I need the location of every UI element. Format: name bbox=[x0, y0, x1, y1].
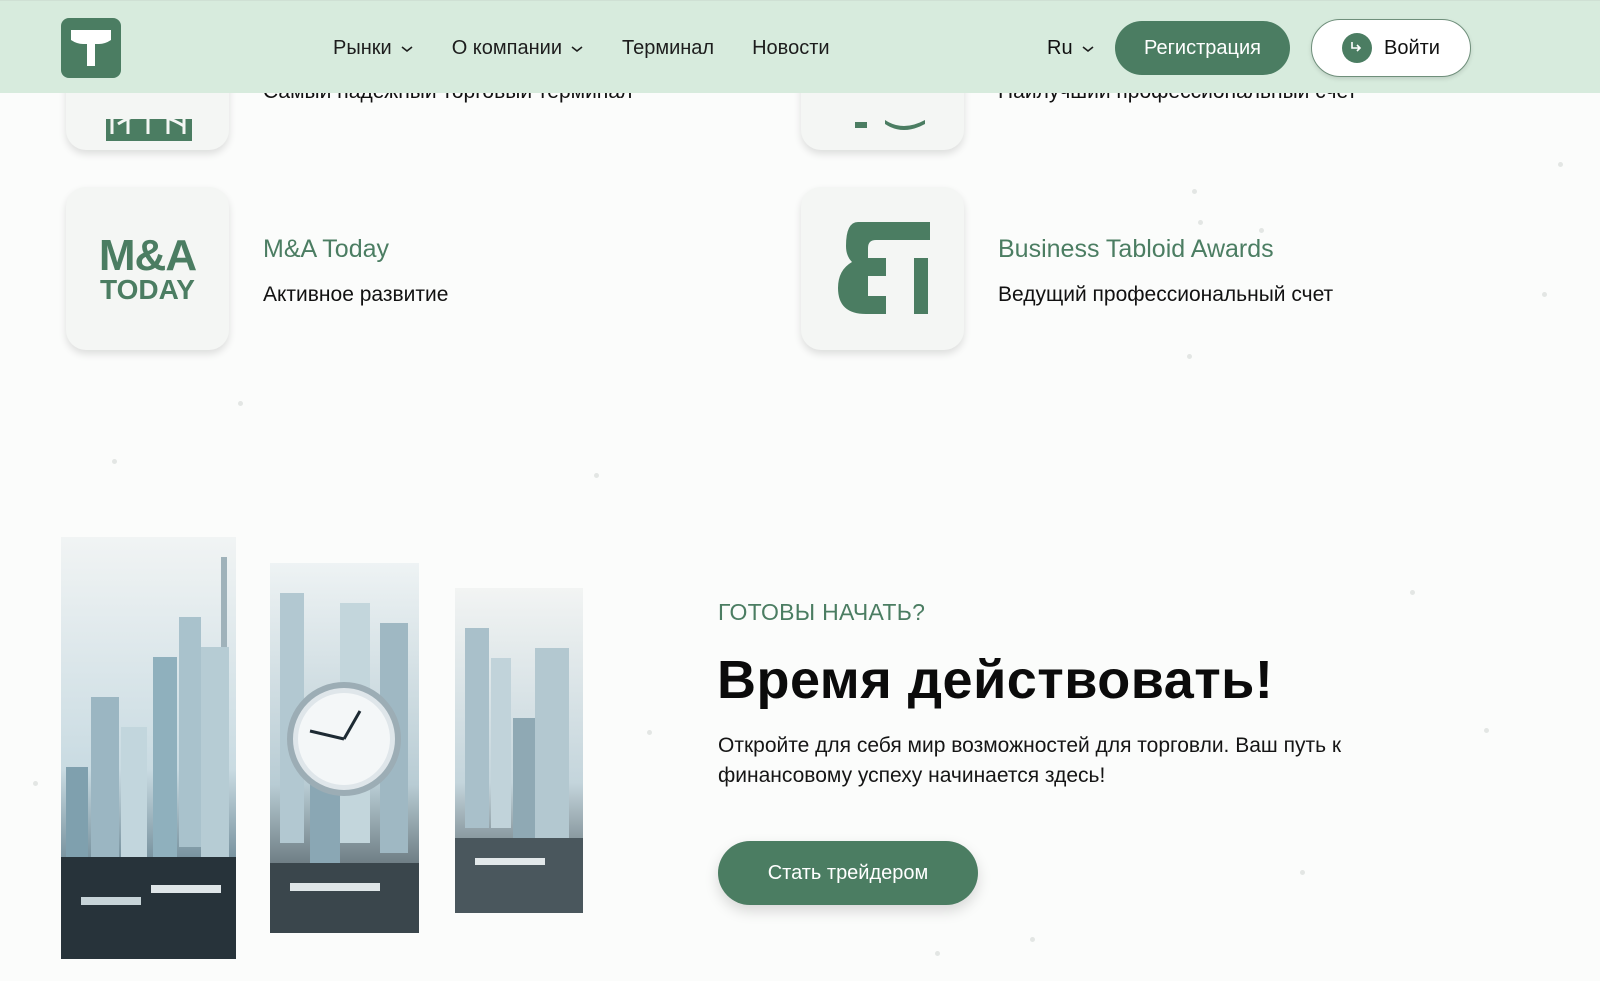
register-button[interactable]: Регистрация bbox=[1115, 21, 1290, 75]
login-button-label: Войти bbox=[1384, 36, 1440, 59]
cta-description: Откройте для себя мир возможностей для т… bbox=[718, 734, 1342, 787]
nav-news-label: Новости bbox=[752, 37, 830, 59]
register-button-label: Регистрация bbox=[1144, 36, 1261, 59]
ma-today-logo-icon: M&A TODAY bbox=[98, 230, 197, 305]
award-subtitle-4: Ведущий профессиональный счет bbox=[998, 283, 1334, 306]
become-trader-label: Стать трейдером bbox=[767, 861, 929, 884]
background-dots bbox=[0, 0, 1600, 981]
cta-eyebrow: ГОТОВЫ НАЧАТЬ? bbox=[718, 599, 926, 625]
login-icon bbox=[1342, 33, 1372, 63]
nav-terminal-label: Терминал bbox=[622, 37, 715, 59]
cta-headline: Время действовать! bbox=[717, 650, 1274, 710]
language-label: Ru bbox=[1047, 37, 1073, 59]
today-logo-text: TODAY bbox=[100, 273, 195, 305]
chevron-down-icon bbox=[401, 45, 413, 52]
main-nav: Рынки О компании Терминал Новости bbox=[333, 37, 830, 60]
nav-news[interactable]: Новости bbox=[752, 37, 829, 60]
clock-photo bbox=[270, 563, 419, 933]
nav-about[interactable]: О компании bbox=[452, 37, 584, 60]
chevron-down-icon bbox=[571, 45, 583, 52]
city-photo-1 bbox=[61, 537, 236, 959]
login-button[interactable]: Войти bbox=[1311, 19, 1471, 77]
ma-logo-text: M&A bbox=[98, 230, 197, 280]
language-selector[interactable]: Ru bbox=[1047, 37, 1095, 60]
bt-logo-icon bbox=[837, 221, 930, 314]
city-photo-2 bbox=[455, 588, 583, 913]
nav-about-label: О компании bbox=[451, 37, 562, 59]
brand-logo[interactable] bbox=[61, 18, 121, 78]
award-card-bt bbox=[801, 187, 964, 350]
award-title-ma-today: M&A Today bbox=[263, 235, 390, 263]
t-logo-icon bbox=[71, 30, 111, 66]
site-header: Рынки О компании Терминал Новости Ru Рег… bbox=[0, 0, 1600, 93]
nav-markets[interactable]: Рынки bbox=[333, 37, 414, 60]
chevron-down-icon bbox=[1082, 45, 1094, 52]
nav-markets-label: Рынки bbox=[333, 37, 392, 59]
award-title-bt: Business Tabloid Awards bbox=[998, 235, 1274, 263]
award-subtitle-3: Активное развитие bbox=[263, 283, 449, 306]
become-trader-button[interactable]: Стать трейдером bbox=[718, 841, 978, 905]
nav-terminal[interactable]: Терминал bbox=[622, 37, 714, 60]
award-card-ma-today: M&A TODAY bbox=[66, 187, 229, 350]
